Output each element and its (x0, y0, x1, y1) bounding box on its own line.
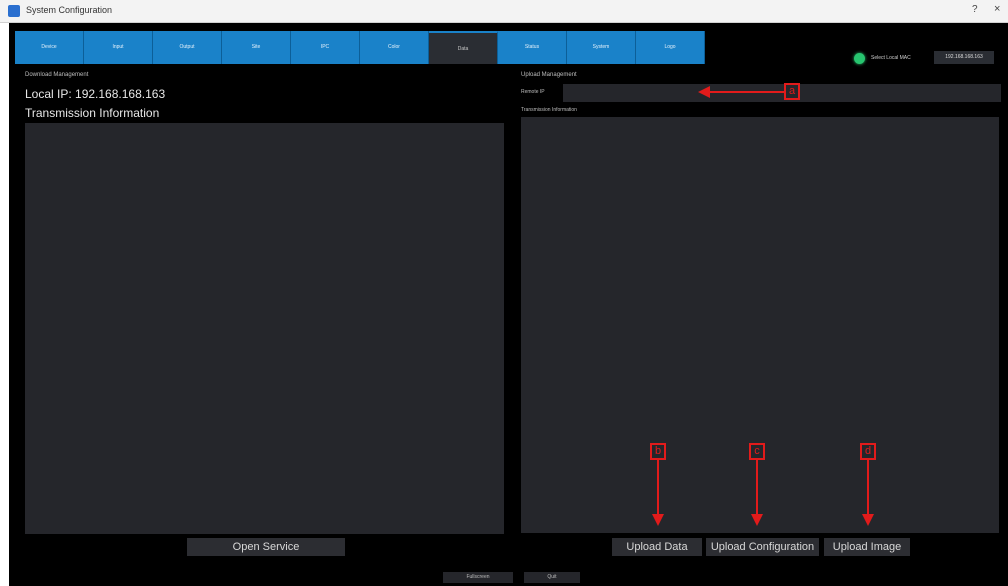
download-transmission-label: Transmission Information (25, 106, 160, 120)
upload-data-button[interactable]: Upload Data (612, 538, 702, 556)
open-service-button[interactable]: Open Service (187, 538, 345, 556)
tab-logo[interactable]: Logo (636, 31, 705, 64)
app-icon (8, 5, 20, 17)
annotation-c-arrow-icon (751, 514, 763, 526)
annotation-c-label: c (749, 443, 765, 460)
annotation-d-arrow-icon (862, 514, 874, 526)
select-local-mac-label[interactable]: Select Local MAC (871, 55, 911, 61)
annotation-c-line (756, 460, 758, 515)
upload-configuration-button[interactable]: Upload Configuration (706, 538, 819, 556)
annotation-a-arrow-icon (698, 86, 710, 98)
main-area: Device Input Output Site IPC Color Data … (9, 23, 1008, 586)
download-management-label: Download Management (25, 72, 89, 78)
tab-bar: Device Input Output Site IPC Color Data … (15, 31, 705, 64)
tab-output[interactable]: Output (153, 31, 222, 64)
annotation-b-label: b (650, 443, 666, 460)
tab-site[interactable]: Site (222, 31, 291, 64)
tab-device[interactable]: Device (15, 31, 84, 64)
tab-data[interactable]: Data (429, 31, 498, 64)
annotation-d-label: d (860, 443, 876, 460)
mac-select[interactable]: 192.168.168.163 (934, 51, 994, 64)
tab-system[interactable]: System (567, 31, 636, 64)
remote-ip-input[interactable] (563, 84, 1001, 102)
annotation-a-line (709, 91, 786, 93)
annotation-d-line (867, 460, 869, 515)
quit-button[interactable]: Quit (524, 572, 580, 583)
annotation-a-label: a (784, 83, 800, 100)
close-button[interactable]: × (994, 3, 1000, 15)
help-button[interactable]: ? (972, 4, 978, 15)
upload-transmission-label: Transmission Information (521, 107, 577, 113)
status-led-icon (854, 53, 865, 64)
window-title: System Configuration (26, 5, 113, 15)
tab-color[interactable]: Color (360, 31, 429, 64)
upload-image-button[interactable]: Upload Image (824, 538, 910, 556)
annotation-b-line (657, 460, 659, 515)
tab-ipc[interactable]: IPC (291, 31, 360, 64)
tab-input[interactable]: Input (84, 31, 153, 64)
upload-management-label: Upload Management (521, 72, 577, 78)
remote-ip-label: Remote IP (521, 89, 545, 95)
upload-transmission-panel (521, 117, 999, 533)
annotation-b-arrow-icon (652, 514, 664, 526)
download-transmission-panel (25, 123, 504, 534)
title-bar: System Configuration ? × (0, 0, 1008, 23)
local-ip-text: Local IP: 192.168.168.163 (25, 87, 166, 101)
tab-status[interactable]: Status (498, 31, 567, 64)
fullscreen-button[interactable]: Fullscreen (443, 572, 513, 583)
